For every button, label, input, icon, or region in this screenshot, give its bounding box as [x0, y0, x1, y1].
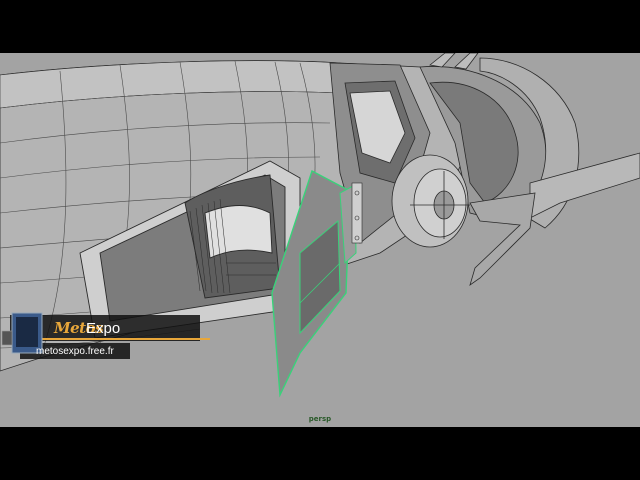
letterbox-top: [0, 0, 640, 53]
video-frame: persp Metos Expo metosexpo.free.fr: [0, 0, 640, 480]
letterbox-bottom: [0, 427, 640, 480]
hinge-detail: [351, 182, 363, 244]
watermark-logo: Metos Expo metosexpo.free.fr: [0, 307, 210, 371]
watermark-logo-word: Expo: [86, 320, 121, 337]
watermark-url: metosexpo.free.fr: [36, 346, 114, 357]
top-fins: [429, 53, 479, 70]
lower-struts: [469, 192, 536, 286]
watermark-graphic: [1, 312, 210, 359]
camera-label: persp: [308, 415, 332, 423]
